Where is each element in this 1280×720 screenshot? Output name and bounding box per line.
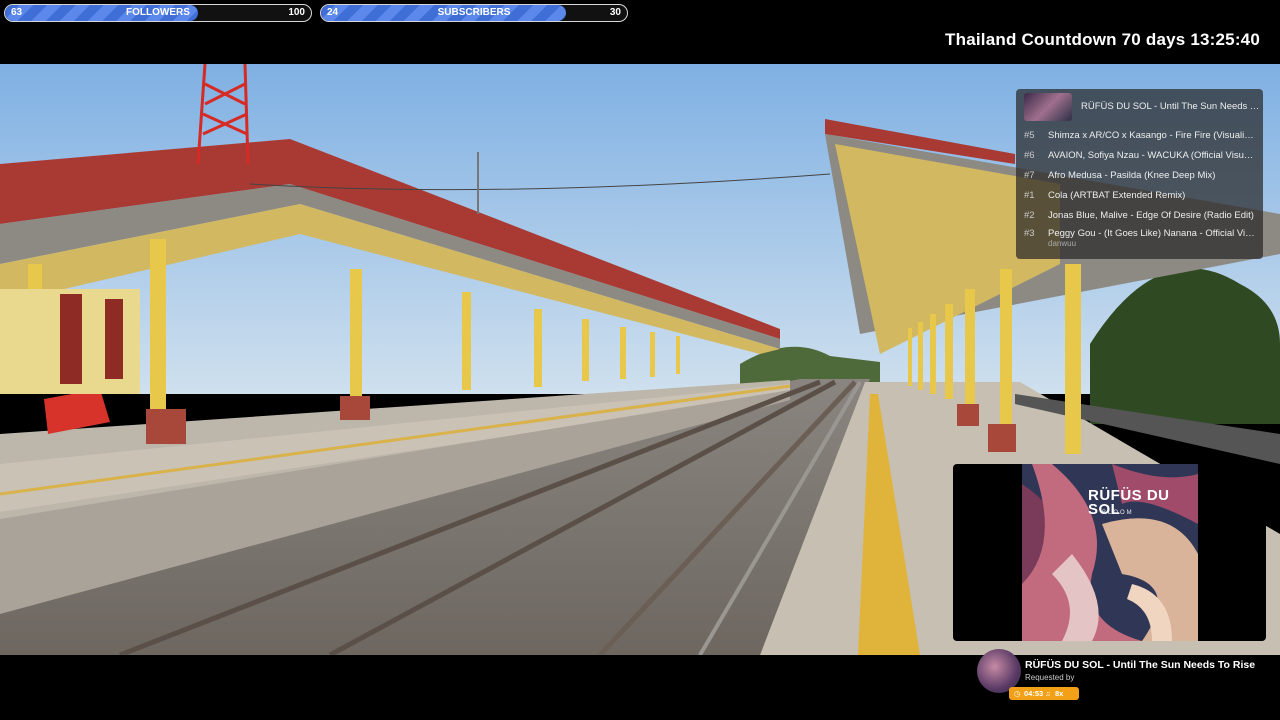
queue-item: #3 Peggy Gou - (It Goes Like) Nanana - Of… [1024, 228, 1256, 239]
music-note-icon: ♫ [1045, 689, 1051, 698]
now-playing-title: RÜFÜS DU SOL - Until The Sun Needs To Ri… [1025, 659, 1256, 671]
album-cover: RÜFÜS DU SOL BLOOM [1022, 464, 1198, 641]
queue-item: #6 AVAION, Sofiya Nzau - WACUKA (Official… [1024, 150, 1256, 161]
now-playing-thumbnail [1024, 93, 1072, 121]
playback-time: 04:53 [1024, 689, 1044, 698]
subscribers-target: 30 [609, 7, 621, 18]
subscribers-label: SUBSCRIBERS [437, 7, 511, 18]
playback-volume: 8x [1055, 689, 1064, 698]
album-title-text: BLOOM [1102, 510, 1134, 516]
queue-item: #5 Shimza x AR/CO x Kasango - Fire Fire (… [1024, 130, 1256, 141]
followers-goal-bar: 63 FOLLOWERS 100 [4, 4, 312, 22]
countdown-text: Thailand Countdown 70 days 13:25:40 [945, 30, 1260, 49]
queue-item: #2 Jonas Blue, Malive - Edge Of Desire (R… [1024, 210, 1254, 221]
followers-label: FOLLOWERS [126, 7, 190, 18]
followers-target: 100 [288, 7, 305, 18]
clock-icon: ◷ [1014, 689, 1021, 698]
queue-requester: danwuu [1048, 239, 1077, 248]
queue-item: #1 Cola (ARTBAT Extended Remix) [1024, 190, 1186, 201]
requested-by-label: Requested by [1025, 673, 1075, 682]
song-queue-panel: RÜFÜS DU SOL - Until The Sun Needs To Ri… [1016, 89, 1263, 259]
music-video-box: RÜFÜS DU SOL BLOOM [953, 464, 1266, 641]
playback-badge: ◷ 04:53 ♫ 8x [1009, 687, 1079, 700]
queue-header: RÜFÜS DU SOL - Until The Sun Needs To Ri… [1024, 93, 1263, 121]
queue-now-playing-title: RÜFÜS DU SOL - Until The Sun Needs To Ri… [1081, 101, 1263, 112]
subscribers-goal-bar: 24 SUBSCRIBERS 30 [320, 4, 628, 22]
queue-item: #7 Afro Medusa - Pasilda (Knee Deep Mix) [1024, 170, 1216, 181]
